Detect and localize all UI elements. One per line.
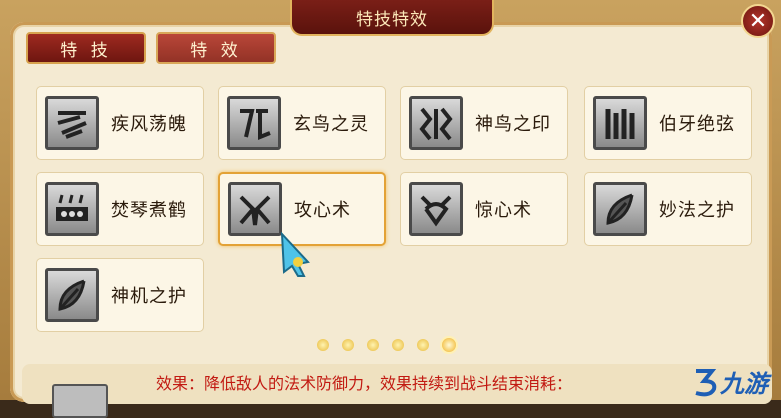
skill-label: 疾风荡魄 — [111, 114, 187, 135]
zither-icon — [593, 96, 647, 150]
skill-card[interactable]: 神机之护 — [36, 258, 204, 332]
effect-label: 效果： — [156, 374, 205, 393]
tab-label: 特 效 — [190, 40, 242, 61]
page-dot[interactable] — [392, 339, 404, 351]
page-dot[interactable] — [317, 339, 329, 351]
skill-card[interactable]: 神鸟之印 — [400, 86, 568, 160]
heart-attack-icon — [228, 182, 282, 236]
close-icon: ✕ — [748, 8, 768, 34]
page-dot[interactable] — [417, 339, 429, 351]
watermark-text: 九游 — [720, 370, 768, 398]
page-dot[interactable] — [367, 339, 379, 351]
bird-seal-icon — [409, 96, 463, 150]
skill-card[interactable]: 妙法之护 — [584, 172, 752, 246]
skill-label: 玄鸟之灵 — [293, 114, 369, 135]
effect-text: 降低敌人的法术防御力，效果持续到战斗结束 — [204, 374, 525, 393]
bird-spirit-icon — [227, 96, 281, 150]
page-dot[interactable] — [342, 339, 354, 351]
tab-special-effects[interactable]: 特 效 — [156, 32, 276, 64]
watermark-logo: 九游 — [690, 364, 768, 399]
page-indicator — [317, 338, 456, 352]
watermark-icon — [695, 368, 717, 396]
tab-bar: 特 技 特 效 — [26, 32, 276, 64]
heart-shock-icon — [409, 182, 463, 236]
skill-label: 焚琴煮鹤 — [111, 200, 187, 221]
skill-label: 攻心术 — [294, 200, 351, 221]
description-panel: 效果：降低敌人的法术防御力，效果持续到战斗结束消耗： — [22, 364, 772, 418]
window-title-text: 特技特效 — [356, 9, 428, 30]
skill-label: 伯牙绝弦 — [659, 114, 735, 135]
skill-label: 神机之护 — [111, 286, 187, 307]
window-title: 特技特效 — [290, 0, 494, 36]
skill-card[interactable]: 焚琴煮鹤 — [36, 172, 204, 246]
feather-icon — [45, 268, 99, 322]
game-window-frame: 特技特效 ✕ 特 技 特 效 疾风荡魄 玄鸟之灵 神鸟之印 伯牙绝弦 焚琴煮鹤 … — [0, 0, 781, 418]
skill-label: 妙法之护 — [659, 200, 735, 221]
skill-card[interactable]: 疾风荡魄 — [36, 86, 204, 160]
skill-card[interactable]: 伯牙绝弦 — [584, 86, 752, 160]
feather-icon — [593, 182, 647, 236]
close-button[interactable]: ✕ — [741, 4, 775, 38]
skill-card[interactable]: 惊心术 — [400, 172, 568, 246]
skill-card[interactable]: 玄鸟之灵 — [218, 86, 386, 160]
skill-label: 神鸟之印 — [475, 114, 551, 135]
skill-label: 惊心术 — [475, 200, 532, 221]
cost-label: 消耗： — [524, 374, 573, 393]
tab-label: 特 技 — [60, 40, 112, 61]
wind-icon — [45, 96, 99, 150]
tab-special-skills[interactable]: 特 技 — [26, 32, 146, 64]
selected-skill-icon — [52, 384, 108, 418]
pointer-cursor-icon — [280, 232, 310, 277]
burning-zither-icon — [45, 182, 99, 236]
description-text: 效果：降低敌人的法术防御力，效果持续到战斗结束消耗： — [156, 370, 572, 394]
page-dot-active[interactable] — [442, 338, 456, 352]
